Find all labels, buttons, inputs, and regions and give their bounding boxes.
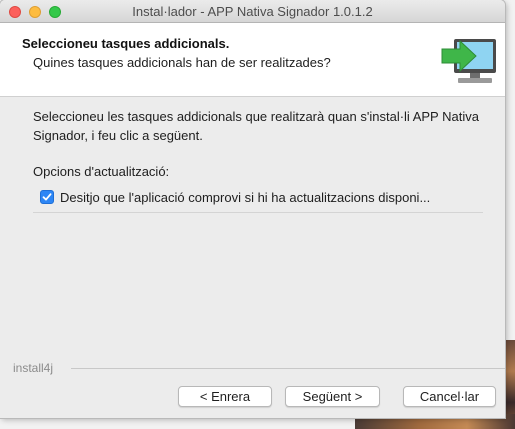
- brand-divider: [71, 368, 505, 369]
- wizard-header: Seleccioneu tasques addicionals. Quines …: [0, 23, 505, 97]
- header-subtitle: Quines tasques addicionals han de ser re…: [33, 55, 331, 70]
- install4j-brand: install4j: [13, 361, 54, 375]
- check-updates-label: Desitjo que l'aplicació comprovi si hi h…: [60, 189, 431, 205]
- title-bar[interactable]: Instal·lador - APP Nativa Signador 1.0.1…: [0, 0, 505, 23]
- cancel-button[interactable]: Cancel·lar: [403, 386, 496, 407]
- options-divider: [33, 212, 483, 213]
- update-options-label: Opcions d'actualització:: [33, 164, 170, 179]
- installer-monitor-arrow-icon: [441, 39, 496, 83]
- back-button[interactable]: < Enrera: [178, 386, 272, 407]
- brand-row: install4j: [13, 361, 505, 375]
- installer-window: Instal·lador - APP Nativa Signador 1.0.1…: [0, 0, 505, 418]
- window-title: Instal·lador - APP Nativa Signador 1.0.1…: [132, 4, 373, 19]
- next-button[interactable]: Següent >: [285, 386, 380, 407]
- checkmark-icon: [42, 193, 52, 201]
- check-updates-option[interactable]: Desitjo que l'aplicació comprovi si hi h…: [40, 188, 430, 206]
- header-title: Seleccioneu tasques addicionals.: [22, 36, 230, 51]
- intro-text: Seleccioneu les tasques addicionals que …: [33, 109, 479, 143]
- check-updates-checkbox[interactable]: [40, 190, 54, 204]
